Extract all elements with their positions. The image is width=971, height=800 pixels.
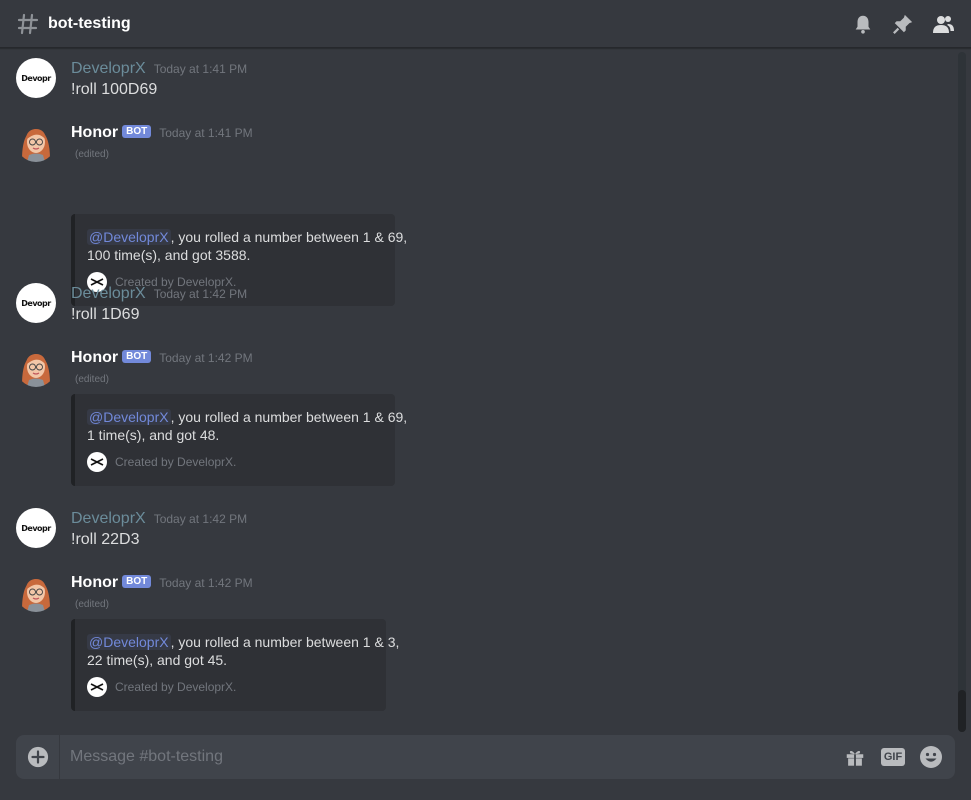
message: Honor BOT Today at 1:42 PM (edited) @Dev… bbox=[0, 572, 950, 712]
channel-name: bot-testing bbox=[48, 14, 131, 32]
embed-description: @DeveloprX, you rolled a number between … bbox=[87, 408, 407, 444]
scrollbar[interactable] bbox=[958, 52, 966, 732]
timestamp: Today at 1:42 PM bbox=[153, 512, 248, 526]
pin-icon[interactable] bbox=[891, 12, 915, 36]
developrx-logo-icon bbox=[87, 452, 107, 472]
message-list[interactable]: Devopr DeveloprX Today at 1:41 PM !roll … bbox=[0, 49, 956, 729]
members-icon[interactable] bbox=[931, 12, 955, 36]
user-mention[interactable]: @DeveloprX bbox=[87, 229, 171, 245]
bot-tag: BOT bbox=[122, 350, 152, 363]
embed-line1: , you rolled a number between 1 & 69, bbox=[170, 409, 408, 425]
timestamp: Today at 1:41 PM bbox=[153, 62, 248, 76]
timestamp: Today at 1:42 PM bbox=[153, 287, 248, 301]
embed-line1: , you rolled a number between 1 & 69, bbox=[170, 229, 408, 245]
message: Devopr DeveloprX Today at 1:41 PM !roll … bbox=[0, 58, 950, 108]
hash-icon bbox=[16, 12, 40, 36]
avatar[interactable]: Devopr bbox=[16, 283, 56, 323]
embed-footer-text: Created by DeveloprX. bbox=[115, 680, 237, 694]
message: Honor BOT Today at 1:41 PM (edited) @Dev… bbox=[0, 122, 950, 306]
message-input[interactable] bbox=[60, 735, 843, 779]
embed: @DeveloprX, you rolled a number between … bbox=[71, 394, 407, 486]
author-name[interactable]: DeveloprX bbox=[71, 285, 146, 303]
bot-tag: BOT bbox=[122, 125, 152, 138]
avatar[interactable] bbox=[16, 122, 56, 162]
timestamp: Today at 1:42 PM bbox=[159, 351, 253, 365]
embed-description: @DeveloprX, you rolled a number between … bbox=[87, 228, 407, 264]
embed-line2: 100 time(s), and got 3588. bbox=[87, 247, 251, 263]
author-name[interactable]: DeveloprX bbox=[71, 510, 146, 528]
avatar[interactable]: Devopr bbox=[16, 58, 56, 98]
embed-line1: , you rolled a number between 1 & 3, bbox=[170, 634, 400, 650]
edited-label: (edited) bbox=[75, 149, 109, 160]
emoji-icon[interactable] bbox=[919, 745, 943, 769]
plus-circle-icon[interactable] bbox=[16, 735, 60, 779]
user-mention[interactable]: @DeveloprX bbox=[87, 634, 171, 650]
avatar[interactable] bbox=[16, 347, 56, 387]
author-name[interactable]: Honor bbox=[71, 574, 118, 592]
author-name[interactable]: Honor bbox=[71, 124, 118, 142]
bot-tag: BOT bbox=[122, 575, 152, 588]
gif-button[interactable]: GIF bbox=[880, 745, 906, 769]
embed: @DeveloprX, you rolled a number between … bbox=[71, 619, 399, 711]
embed-footer-text: Created by DeveloprX. bbox=[115, 455, 237, 469]
message: Honor BOT Today at 1:42 PM (edited) @Dev… bbox=[0, 347, 950, 487]
message-content: !roll 22D3 bbox=[71, 531, 140, 548]
embed-line2: 1 time(s), and got 48. bbox=[87, 427, 220, 443]
gif-label: GIF bbox=[880, 748, 906, 766]
avatar[interactable]: Devopr bbox=[16, 508, 56, 548]
developrx-logo-icon bbox=[87, 677, 107, 697]
embed-description: @DeveloprX, you rolled a number between … bbox=[87, 633, 399, 669]
gift-icon[interactable] bbox=[843, 745, 867, 769]
bell-icon[interactable] bbox=[851, 12, 875, 36]
developrx-logo: Devopr bbox=[21, 73, 51, 83]
edited-label: (edited) bbox=[75, 599, 109, 610]
timestamp: Today at 1:41 PM bbox=[159, 126, 253, 140]
timestamp: Today at 1:42 PM bbox=[159, 576, 253, 590]
message-composer: GIF bbox=[16, 735, 955, 779]
author-name[interactable]: DeveloprX bbox=[71, 60, 146, 78]
message-content: !roll 1D69 bbox=[71, 306, 140, 323]
embed-line2: 22 time(s), and got 45. bbox=[87, 652, 228, 668]
user-mention[interactable]: @DeveloprX bbox=[87, 409, 171, 425]
message: Devopr DeveloprX Today at 1:42 PM !roll … bbox=[0, 283, 950, 333]
developrx-logo: Devopr bbox=[21, 298, 51, 308]
developrx-logo: Devopr bbox=[21, 523, 51, 533]
message: Devopr DeveloprX Today at 1:42 PM !roll … bbox=[0, 508, 950, 558]
scrollbar-thumb[interactable] bbox=[958, 690, 966, 732]
edited-label: (edited) bbox=[75, 374, 109, 385]
message-content: !roll 100D69 bbox=[71, 81, 158, 98]
author-name[interactable]: Honor bbox=[71, 349, 118, 367]
channel-header: bot-testing bbox=[0, 0, 971, 48]
avatar[interactable] bbox=[16, 572, 56, 612]
